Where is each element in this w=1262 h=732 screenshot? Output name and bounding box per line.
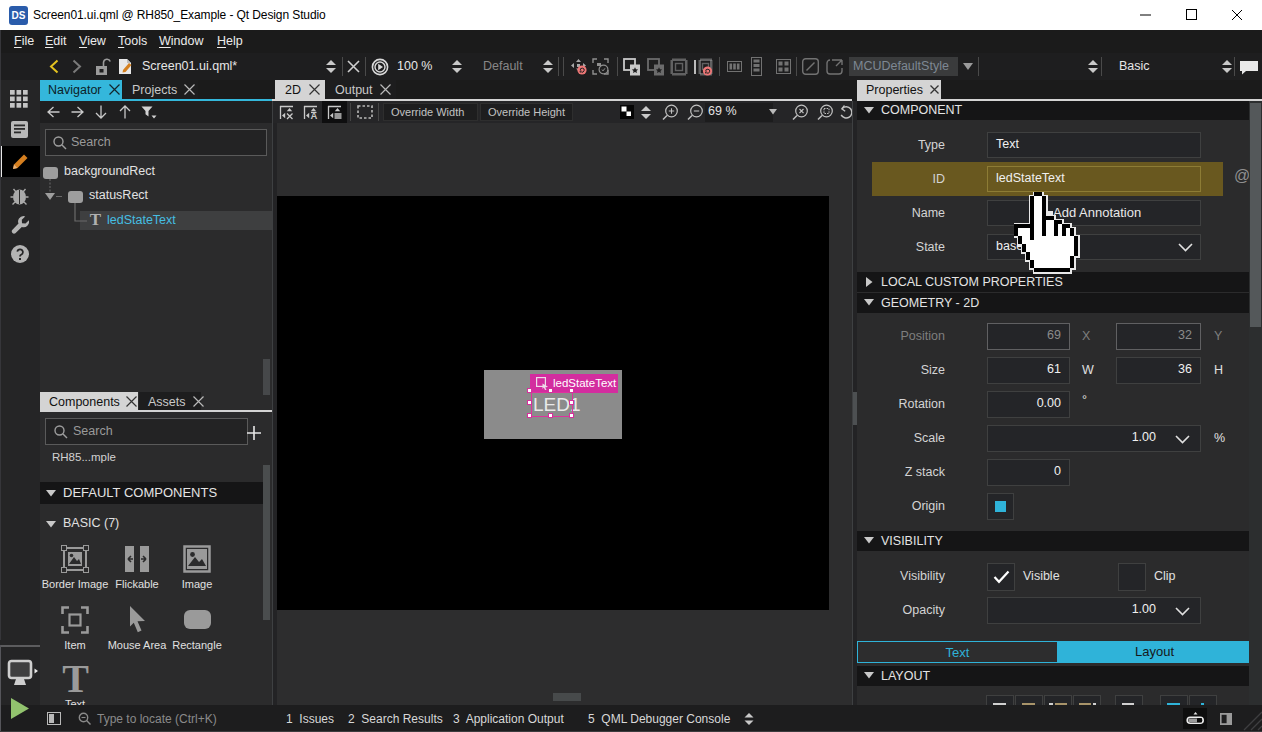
svg-text:A: A (311, 110, 318, 120)
